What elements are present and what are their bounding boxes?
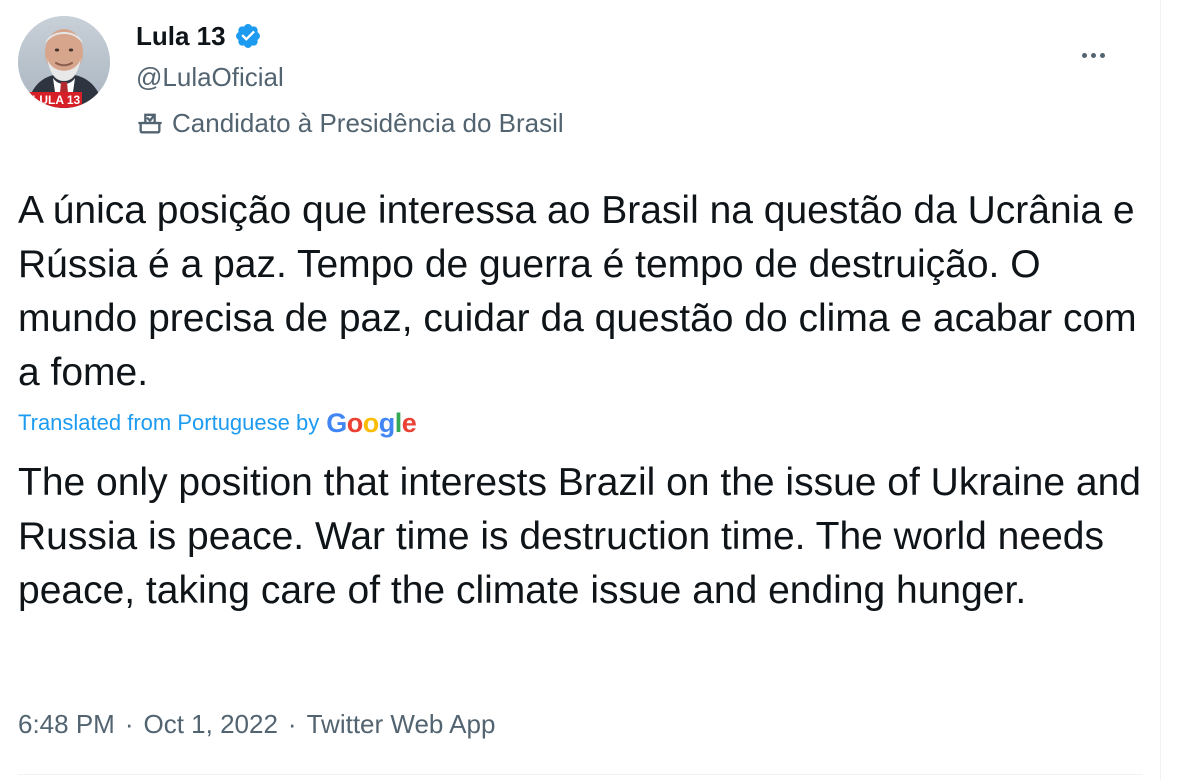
bottom-divider <box>18 774 1143 775</box>
translation-attribution[interactable]: Translated from Portuguese by Google <box>18 406 417 440</box>
tweet-source[interactable]: Twitter Web App <box>307 707 496 741</box>
author-name-row[interactable]: Lula 13 <box>136 20 262 52</box>
meta-separator: · <box>124 709 134 739</box>
author-avatar[interactable]: LULA 13 <box>18 16 110 108</box>
author-handle[interactable]: @LulaOficial <box>136 61 284 93</box>
tweet-translated-text: The only position that interests Brazil … <box>18 461 1141 612</box>
google-logo: Google <box>326 408 417 438</box>
tweet-card: LULA 13 Lula 13 @LulaOficial Candidato à… <box>0 0 1161 780</box>
tweet-header: LULA 13 Lula 13 @LulaOficial Candidato à… <box>18 16 1138 146</box>
ballot-box-icon <box>136 109 164 137</box>
avatar-caption-text: LULA 13 <box>32 93 81 107</box>
tweet-metadata: 6:48 PM · Oct 1, 2022 · Twitter Web App <box>18 707 495 741</box>
tweet-date[interactable]: Oct 1, 2022 <box>144 707 278 741</box>
more-options-icon <box>1081 52 1105 58</box>
tweet-original-text: A única posição que interessa ao Brasil … <box>18 189 1137 394</box>
verified-badge-icon <box>234 22 262 50</box>
translation-note-text[interactable]: Translated from Portuguese by <box>18 406 319 440</box>
meta-separator: · <box>287 709 297 739</box>
more-options-button[interactable] <box>1072 34 1114 76</box>
tweet-time[interactable]: 6:48 PM <box>18 707 115 741</box>
author-affiliation-label: Candidato à Presidência do Brasil <box>136 107 564 139</box>
affiliation-text: Candidato à Presidência do Brasil <box>172 108 564 138</box>
author-name[interactable]: Lula 13 <box>136 20 226 52</box>
